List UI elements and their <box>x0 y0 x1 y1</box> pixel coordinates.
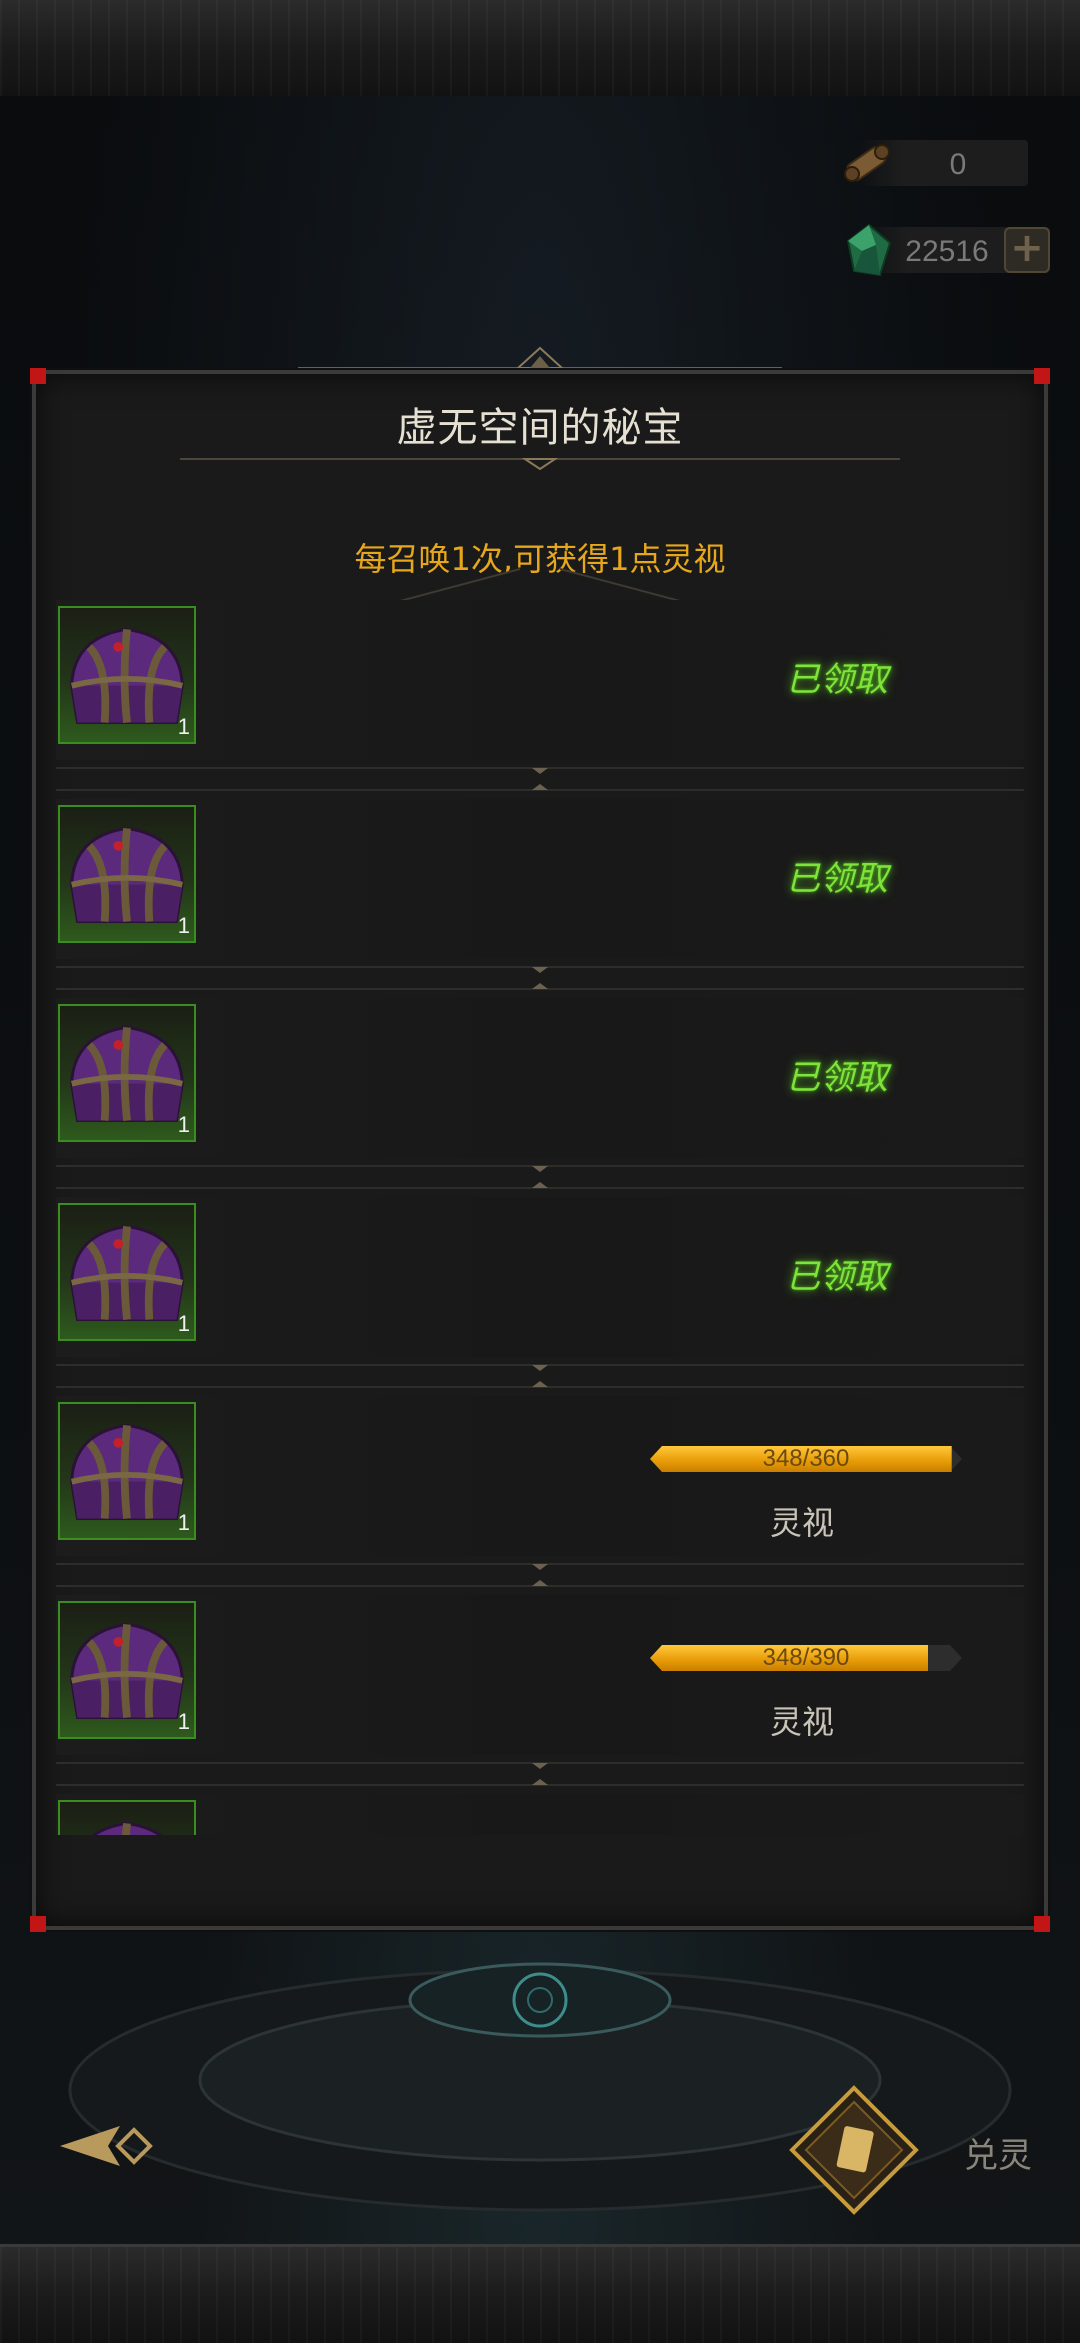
item-count: 1 <box>177 714 190 739</box>
treasure-chest-icon <box>70 1423 184 1521</box>
progress-text: 348/360 <box>762 1445 850 1472</box>
add-gem-button[interactable]: + <box>1004 227 1050 273</box>
item-count: 1 <box>177 1510 190 1535</box>
corner-accent <box>30 1916 46 1932</box>
item-count: 1 <box>177 913 190 938</box>
reward-item-slot[interactable]: 1 <box>58 1601 196 1739</box>
reward-row[interactable]: 1 348/360 灵视 <box>56 1396 1024 1556</box>
arrow-left-icon[interactable] <box>60 2118 160 2174</box>
reward-row[interactable]: 1 348/390 灵视 <box>56 1595 1024 1755</box>
treasure-chest-icon <box>91 1821 163 1835</box>
treasure-chest-icon <box>70 826 184 924</box>
treasure-chest-icon <box>70 1025 184 1123</box>
plus-icon: + <box>1010 225 1044 271</box>
reward-list[interactable]: 1 已领取 1 已领取 1 已领取 1 已领取 1 348/360 灵视 1 3… <box>56 600 1024 1835</box>
row-divider <box>56 1563 1024 1587</box>
claimed-status: 已领取 <box>786 660 888 700</box>
scroll-icon <box>844 144 890 182</box>
reward-item-slot[interactable]: 1 <box>58 1203 196 1341</box>
row-divider <box>56 966 1024 990</box>
reward-item-slot[interactable]: 1 <box>58 1402 196 1540</box>
requirement-label: 灵视 <box>770 1504 835 1542</box>
reward-row[interactable]: 1 已领取 <box>56 998 1024 1158</box>
requirement-label: 灵视 <box>770 1703 835 1741</box>
title-divider <box>180 458 900 470</box>
top-ornament-bar <box>0 0 1080 99</box>
reward-row[interactable]: 1348/420灵视 <box>56 1794 1024 1835</box>
claimed-status: 已领取 <box>786 1058 888 1098</box>
modal-title: 虚无空间的秘宝 <box>396 405 684 451</box>
claimed-status: 已领取 <box>786 859 888 899</box>
decorative-rays <box>400 568 680 602</box>
reward-item-slot[interactable]: 1 <box>58 1800 196 1835</box>
bottom-ornament-bar <box>0 2244 1080 2343</box>
reward-item-slot[interactable]: 1 <box>58 805 196 943</box>
progress-bar: 348/390 <box>650 1645 962 1671</box>
progress-bar: 348/360 <box>650 1446 962 1472</box>
exchange-label[interactable]: 兑灵 <box>964 2128 1032 2177</box>
treasure-chest-icon <box>70 1622 184 1720</box>
row-divider <box>56 1364 1024 1388</box>
corner-accent <box>30 368 46 384</box>
treasure-chest-icon <box>70 627 184 725</box>
green-gem-icon <box>846 223 892 277</box>
reward-item-slot[interactable]: 1 <box>58 606 196 744</box>
corner-accent <box>1034 1916 1050 1932</box>
progress-text: 348/390 <box>762 1644 850 1671</box>
exchange-button[interactable] <box>788 2084 920 2216</box>
row-divider <box>56 1165 1024 1189</box>
scroll-currency: 0 <box>844 140 1028 186</box>
scroll-count: 0 <box>949 148 967 181</box>
reward-row[interactable]: 1 已领取 <box>56 1197 1024 1357</box>
treasure-chest-icon <box>70 1224 184 1322</box>
row-divider <box>56 1762 1024 1786</box>
gem-count: 22516 <box>905 235 989 268</box>
row-divider <box>56 767 1024 791</box>
gem-currency: 22516 + <box>846 223 1050 277</box>
reward-item-slot[interactable]: 1 <box>58 1004 196 1142</box>
item-count: 1 <box>177 1112 190 1137</box>
item-count: 1 <box>177 1311 190 1336</box>
claimed-status: 已领取 <box>786 1257 888 1297</box>
corner-accent <box>1034 368 1050 384</box>
reward-row[interactable]: 1 已领取 <box>56 799 1024 959</box>
reward-row[interactable]: 1 已领取 <box>56 600 1024 760</box>
item-count: 1 <box>177 1709 190 1734</box>
modal-top-ornament <box>298 346 782 369</box>
